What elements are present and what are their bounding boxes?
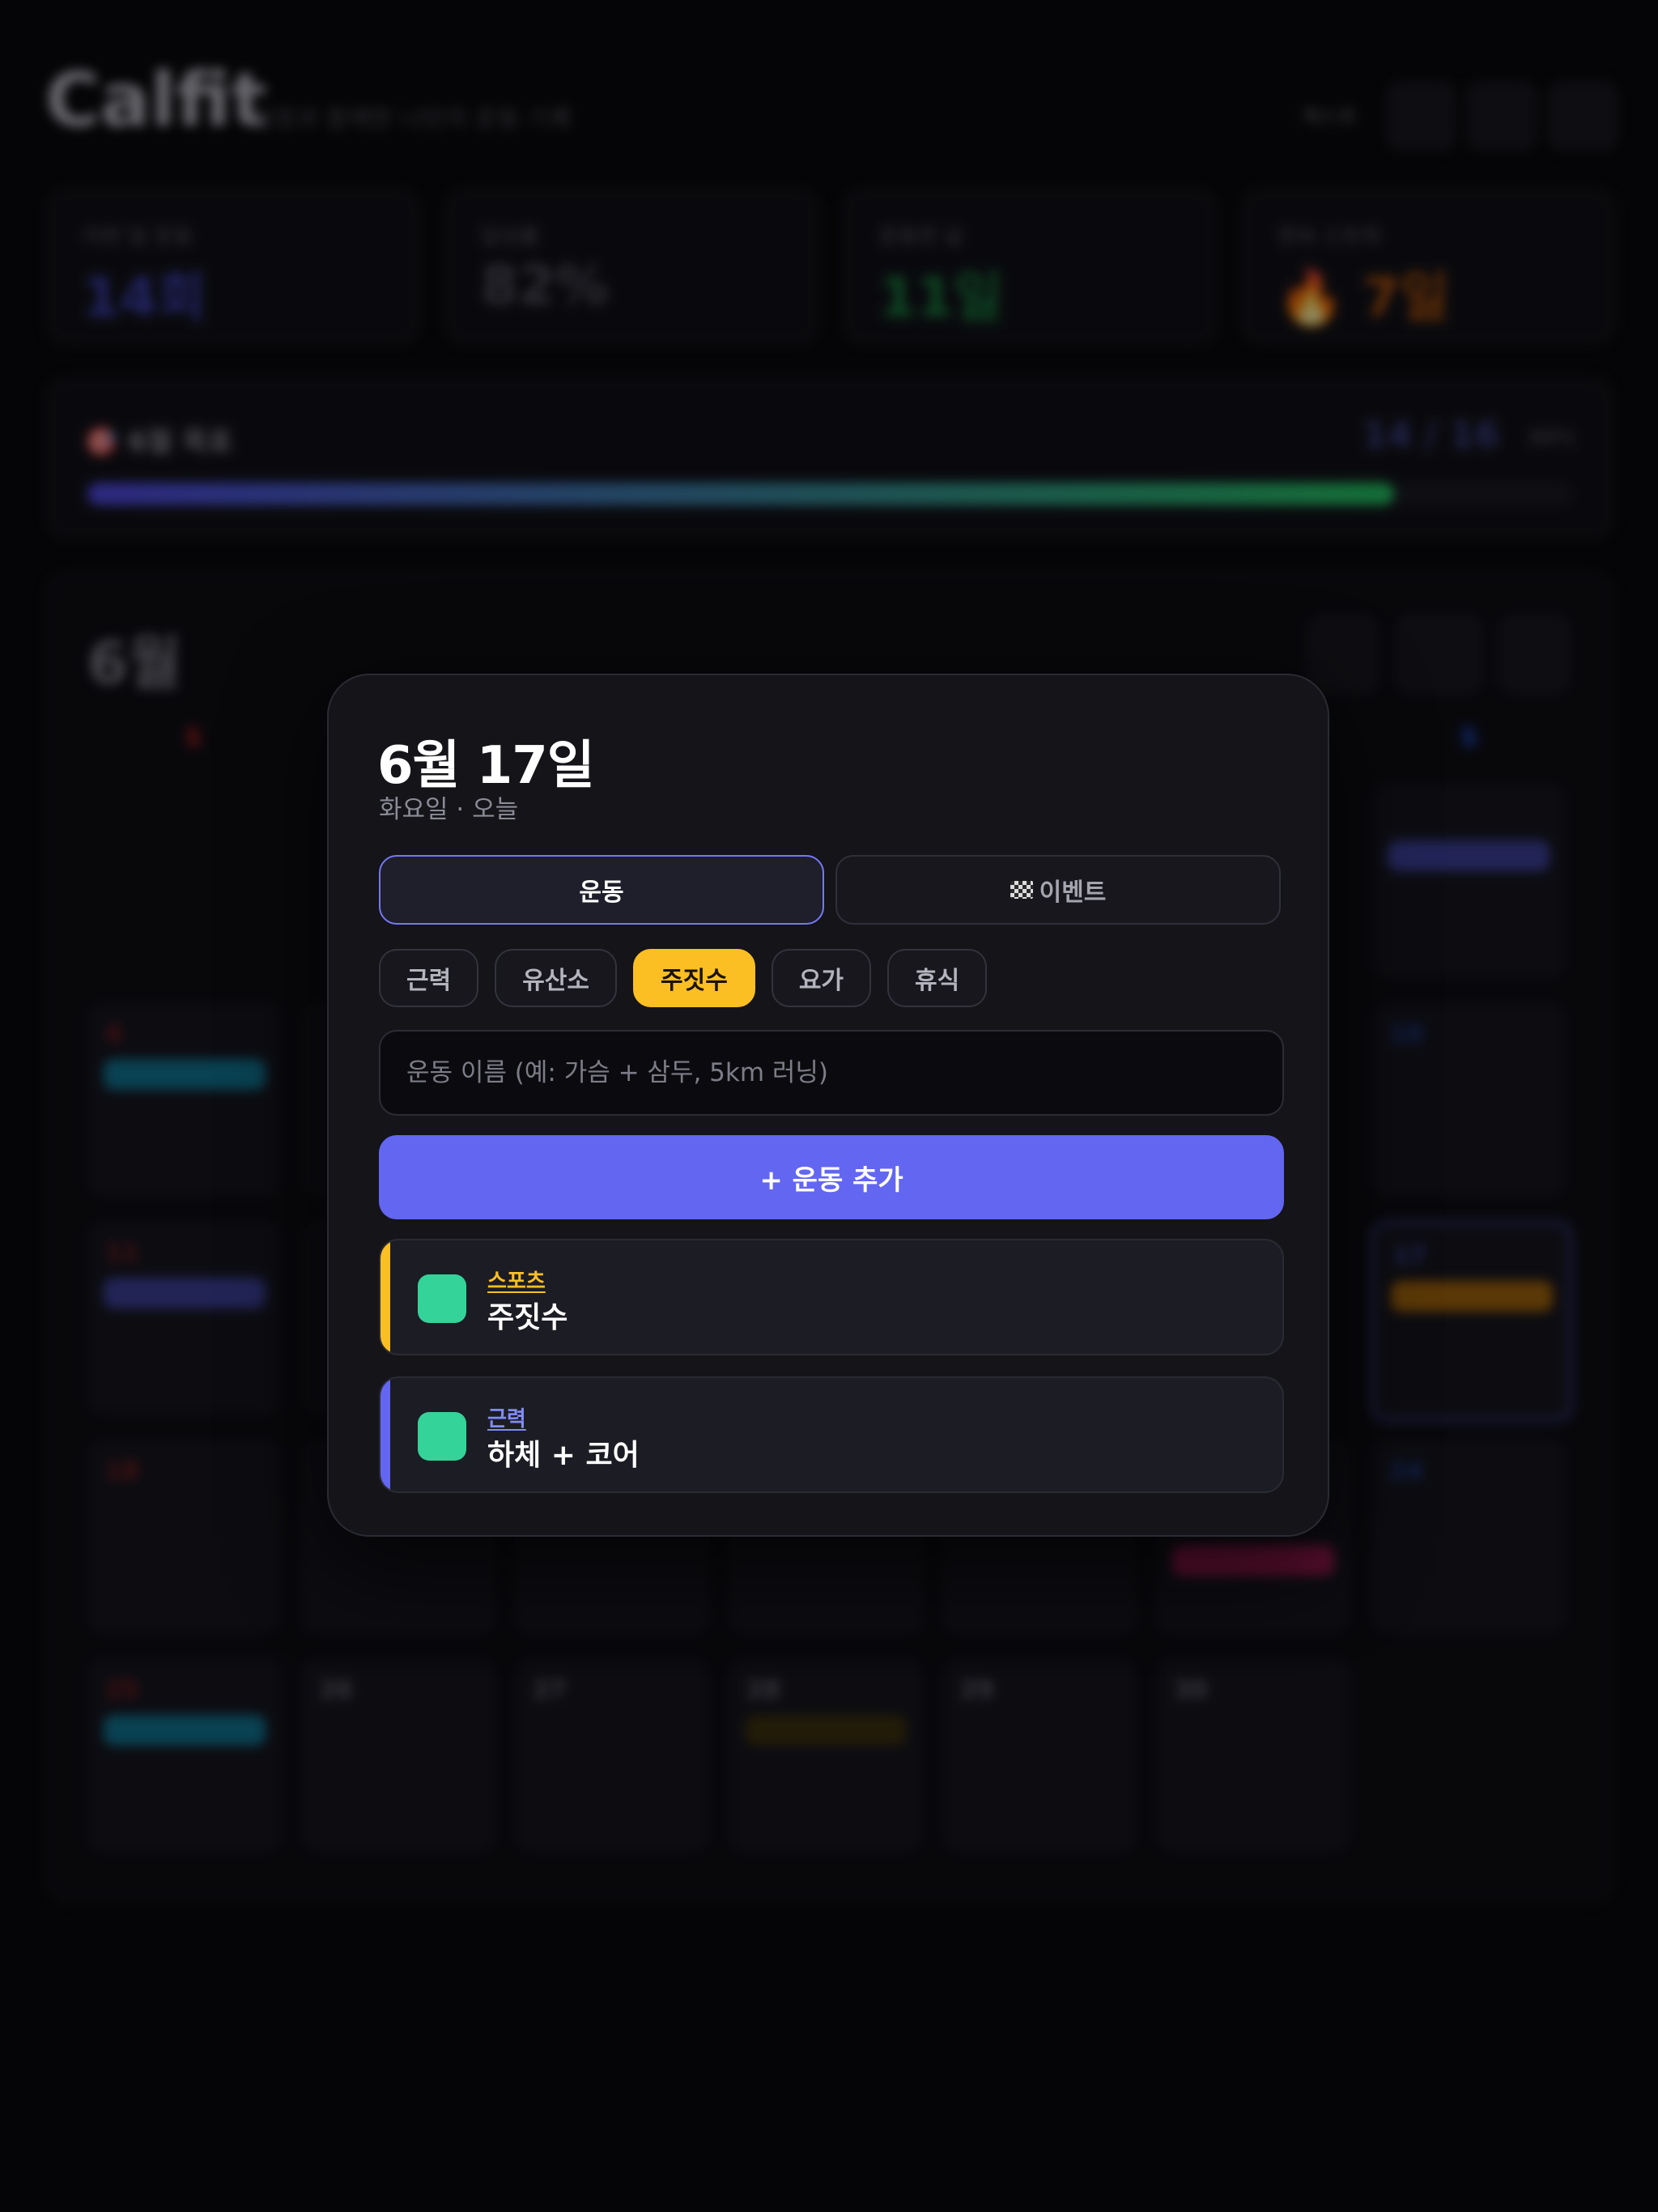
calendar-day: 28 <box>729 1658 923 1853</box>
day-chip <box>745 1715 907 1746</box>
day-chip <box>1391 1281 1553 1312</box>
app-tagline: 일정과 함께한 나만의 운동 기록 <box>251 105 572 134</box>
day-number: 29 <box>960 1676 994 1704</box>
day-number: 18 <box>105 1457 139 1486</box>
stat-label: 운동한 날 <box>879 225 963 249</box>
calendar-day: 11 <box>87 1221 282 1415</box>
calendar-day: 27 <box>515 1658 709 1853</box>
category-chip-yoga[interactable]: 요가 <box>771 949 872 1007</box>
day-number: 4 <box>105 1020 122 1049</box>
day-number: 26 <box>319 1676 353 1704</box>
goal-title: 🎯 6월 목표 <box>84 426 233 458</box>
stat-label: 이번 달 운동 <box>83 225 193 249</box>
tab-event-label: 이벤트 <box>1039 878 1107 907</box>
entry-color-bar <box>380 1240 390 1354</box>
calendar-day: 26 <box>301 1658 495 1853</box>
goal-percent: 88% <box>1528 426 1575 450</box>
calendar-day: 25 <box>87 1658 282 1853</box>
app-logo: Calfit <box>45 57 267 143</box>
tab-workout[interactable]: 운동 <box>379 855 824 925</box>
entry-color-bar <box>380 1378 390 1491</box>
day-number: 11 <box>105 1239 139 1267</box>
goal-count: 14 / 16 <box>1362 415 1499 456</box>
day-chip <box>104 1059 266 1090</box>
completed-checkbox[interactable] <box>418 1274 466 1323</box>
day-number: 10 <box>1389 1020 1423 1049</box>
day-number: 25 <box>105 1676 139 1704</box>
goal-progress-track <box>87 483 1572 505</box>
stat-card-streak: 연속 스트릭 🔥 7일 <box>1240 188 1616 345</box>
tab-workout-label: 운동 <box>579 878 624 907</box>
category-chip-jiujitsu[interactable]: 주짓수 <box>633 949 755 1007</box>
category-chip-cardio[interactable]: 유산소 <box>495 949 618 1007</box>
stat-value: 🔥 7일 <box>1278 266 1449 329</box>
category-chip-strength[interactable]: 근력 <box>379 949 479 1007</box>
next-month-button <box>1498 614 1571 695</box>
entry-category: 스포츠 <box>487 1270 546 1294</box>
completed-checkbox[interactable] <box>418 1412 466 1461</box>
workout-entry[interactable]: 스포츠 주짓수 <box>379 1239 1284 1355</box>
weekday-sat: S <box>1460 724 1478 752</box>
day-number: 30 <box>1174 1676 1208 1704</box>
weekday-sun: S <box>185 724 202 752</box>
day-number: 24 <box>1389 1457 1423 1486</box>
calendar-month: 6월 <box>87 629 182 697</box>
user-icon-button <box>1548 81 1618 151</box>
today-button <box>1394 614 1483 695</box>
day-chip <box>104 1278 266 1308</box>
workout-name-input[interactable] <box>379 1030 1284 1116</box>
calendar-day: 29 <box>942 1658 1137 1853</box>
category-chip-rest[interactable]: 휴식 <box>887 949 988 1007</box>
stat-label: 연속 스트릭 <box>1278 225 1381 249</box>
calendar-day: 4 <box>87 1002 282 1197</box>
calendar-day <box>1371 784 1566 978</box>
entry-name: 주짓수 <box>487 1301 568 1334</box>
day-number: 27 <box>533 1676 567 1704</box>
calendar-day: 24 <box>1371 1440 1566 1634</box>
day-number: 28 <box>746 1676 780 1704</box>
prev-month-button <box>1307 614 1380 695</box>
calendar-icon-button <box>1386 81 1456 151</box>
calendar-day-today: 17 <box>1371 1221 1572 1422</box>
monthly-goal-card: 🎯 6월 목표 14 / 16 88% <box>45 377 1614 539</box>
day-detail-modal: 6월 17일 화요일 · 오늘 운동 이벤트 근력 유산소 주짓수 요가 휴식 … <box>327 674 1329 1537</box>
stat-value: 11일 <box>879 266 1003 329</box>
tab-event[interactable]: 이벤트 <box>835 855 1281 925</box>
bell-icon-button <box>1467 81 1537 151</box>
category-chips: 근력 유산소 주짓수 요가 휴식 <box>379 949 988 1007</box>
calendar-day: 10 <box>1371 1002 1566 1197</box>
stat-label: 달성률 <box>481 225 539 249</box>
add-workout-button[interactable]: + 운동 추가 <box>379 1135 1284 1219</box>
user-label: 게스트 <box>1300 105 1358 130</box>
stat-card-rate: 달성률 82% <box>444 188 819 345</box>
stat-card-days: 운동한 날 11일 <box>842 188 1218 345</box>
modal-date-title: 6월 17일 <box>377 736 595 796</box>
stat-value: 14회 <box>83 266 206 329</box>
entry-name: 하체 + 코어 <box>487 1439 640 1472</box>
day-chip <box>104 1715 266 1746</box>
calendar-day: 18 <box>87 1440 282 1634</box>
modal-subtitle: 화요일 · 오늘 <box>379 795 519 824</box>
day-number: 17 <box>1392 1242 1426 1270</box>
checkered-flag-icon <box>1010 881 1033 899</box>
day-chip <box>1172 1545 1334 1576</box>
workout-entry[interactable]: 근력 하체 + 코어 <box>379 1376 1284 1493</box>
stat-card-monthly: 이번 달 운동 14회 <box>45 188 421 345</box>
day-chip <box>1388 840 1550 871</box>
stat-value: 82% <box>481 254 609 317</box>
entry-category: 근력 <box>487 1407 526 1431</box>
goal-progress-fill <box>87 483 1394 505</box>
calendar-day: 30 <box>1156 1658 1350 1853</box>
